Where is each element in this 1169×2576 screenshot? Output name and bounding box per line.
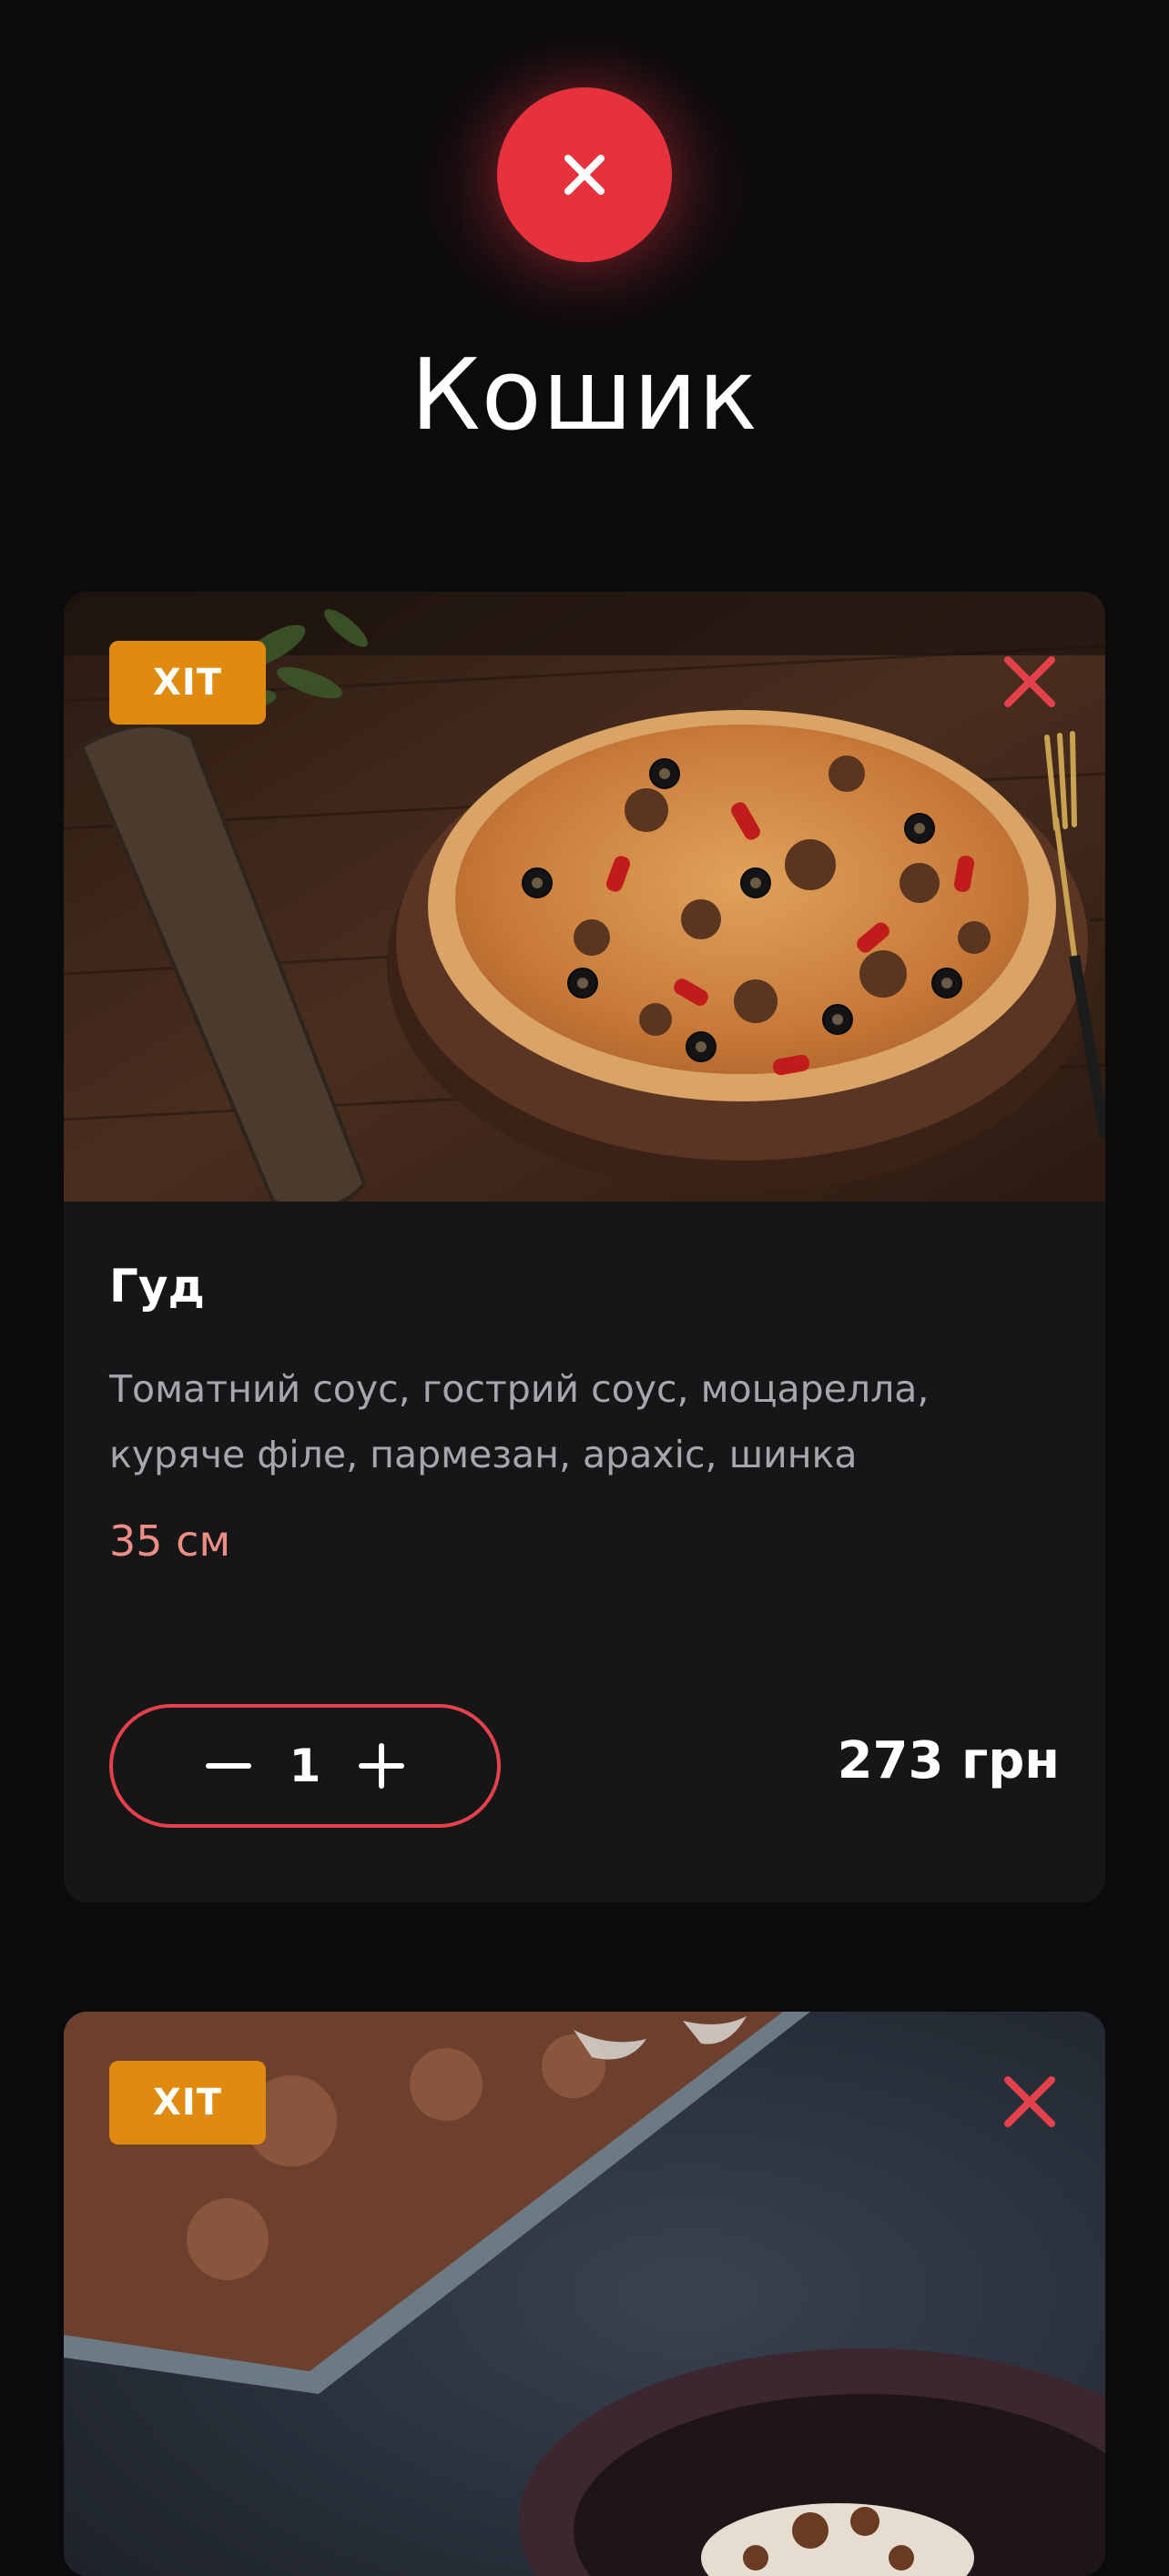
item-size: 35 см bbox=[109, 1516, 231, 1566]
close-icon bbox=[1004, 2076, 1055, 2127]
product-image: ХІТ bbox=[64, 592, 1105, 1202]
quantity-stepper: 1 bbox=[109, 1704, 501, 1828]
close-icon bbox=[1004, 656, 1055, 707]
cart-item-card: ХІТ bbox=[64, 2012, 1105, 2576]
minus-icon bbox=[206, 1763, 251, 1769]
hit-badge: ХІТ bbox=[109, 2061, 266, 2145]
item-description: Томатний соус, гострий соус, моцарелла, … bbox=[109, 1367, 930, 1476]
close-cart-button[interactable] bbox=[497, 87, 672, 262]
close-icon bbox=[564, 155, 605, 195]
quantity-value: 1 bbox=[289, 1739, 321, 1792]
cart-item-card: ХІТ Гуд Томатний соус, гострий соус, моц… bbox=[64, 592, 1105, 1902]
remove-item-button[interactable] bbox=[1000, 2072, 1060, 2132]
decrement-button[interactable] bbox=[203, 1740, 254, 1791]
remove-item-button[interactable] bbox=[1000, 652, 1060, 712]
hit-badge: ХІТ bbox=[109, 641, 266, 725]
plus-icon bbox=[359, 1743, 404, 1789]
page-title: Кошик bbox=[411, 339, 758, 452]
item-name: Гуд bbox=[109, 1260, 205, 1313]
product-image: ХІТ bbox=[64, 2012, 1105, 2576]
item-price: 273 грн bbox=[837, 1731, 1060, 1790]
increment-button[interactable] bbox=[356, 1740, 407, 1791]
